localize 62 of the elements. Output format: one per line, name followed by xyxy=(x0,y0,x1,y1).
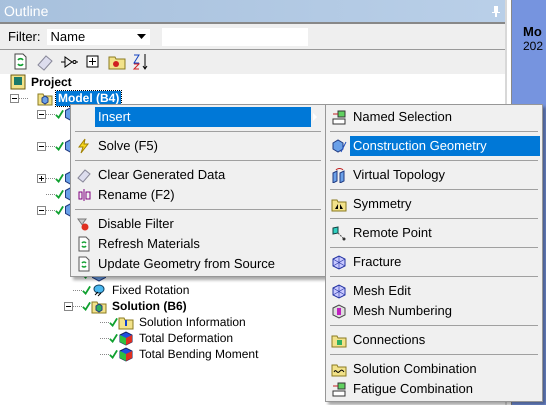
plus-icon xyxy=(38,174,45,182)
menu-item[interactable]: Fatigue Combination xyxy=(328,379,540,399)
remote-point-icon xyxy=(331,225,347,241)
logic-gate-button[interactable] xyxy=(60,53,78,71)
tree-item[interactable]: Total Bending Moment xyxy=(137,346,260,362)
menu-item[interactable]: Solution Combination xyxy=(328,359,540,379)
sort-icon xyxy=(132,53,150,71)
side-panel-title: Mo xyxy=(523,24,543,39)
rename-icon xyxy=(76,187,92,203)
sort-button[interactable] xyxy=(132,53,150,71)
menu-item[interactable]: Symmetry xyxy=(328,194,540,214)
menu-item[interactable]: Refresh Materials xyxy=(73,234,323,254)
menu-item[interactable]: Mesh Edit xyxy=(328,281,540,301)
panel-title: Outline xyxy=(4,3,48,19)
side-panel-text: 202 xyxy=(523,39,544,53)
menu-item[interactable]: Solve (F5) xyxy=(73,136,323,156)
menu-item[interactable]: Rename (F2) xyxy=(73,185,323,205)
menu-item[interactable]: Fracture xyxy=(328,252,540,272)
collapse-toggle[interactable] xyxy=(10,94,19,102)
faces-icon xyxy=(331,167,347,183)
filter-dropdown[interactable]: Name xyxy=(46,28,150,44)
menu-item[interactable]: Named Selection xyxy=(328,107,540,127)
mesh-cube-icon xyxy=(331,283,347,299)
collapse-toggle[interactable] xyxy=(64,302,73,310)
tree-item[interactable]: Fixed Rotation xyxy=(110,282,192,298)
tree-item[interactable]: Model (B4) xyxy=(56,90,122,106)
tree-item[interactable]: Solution (B6) xyxy=(110,298,189,314)
refresh-icon xyxy=(76,236,92,252)
menu-item[interactable]: Disable Filter xyxy=(73,214,323,234)
dropdown-arrow-icon xyxy=(136,34,146,40)
colored-cube-icon xyxy=(118,346,134,362)
tree-item[interactable]: Project xyxy=(29,74,74,90)
pin-icon xyxy=(491,5,501,17)
menu-item[interactable]: Virtual Topology xyxy=(328,165,540,185)
named-selection-icon xyxy=(331,381,347,397)
collapse-toggle[interactable] xyxy=(37,206,46,214)
logic-gate-icon xyxy=(60,53,78,71)
check-icon xyxy=(55,141,64,151)
eraser-button[interactable] xyxy=(36,53,54,71)
tree-item[interactable]: Solution Information xyxy=(137,314,248,330)
expand-toggle[interactable] xyxy=(37,174,46,182)
menu-item[interactable]: Clear Generated Data xyxy=(73,165,323,185)
named-selection-icon xyxy=(331,109,347,125)
connections-icon xyxy=(331,303,347,319)
menu-item[interactable]: Connections xyxy=(328,330,540,350)
menu-item[interactable]: Update Geometry from Source xyxy=(73,254,323,274)
book-icon xyxy=(10,74,26,90)
mesh-cube-icon xyxy=(331,254,347,270)
filter-label: Filter: xyxy=(8,29,40,44)
tree-item[interactable]: Total Deformation xyxy=(137,330,236,346)
collapse-toggle[interactable] xyxy=(37,142,46,150)
check-icon xyxy=(55,109,64,119)
lightning-icon xyxy=(76,138,92,154)
refresh-icon xyxy=(76,256,92,272)
menu-item[interactable]: Remote Point xyxy=(328,223,540,243)
collapse-toggle[interactable] xyxy=(37,110,46,118)
cube-icon xyxy=(331,138,347,154)
eraser-icon xyxy=(36,53,54,71)
menu-item[interactable]: Mesh Numbering xyxy=(328,301,540,321)
colored-cube-icon xyxy=(118,330,134,346)
cylinder-icon xyxy=(91,282,107,298)
eraser-icon xyxy=(76,167,92,183)
